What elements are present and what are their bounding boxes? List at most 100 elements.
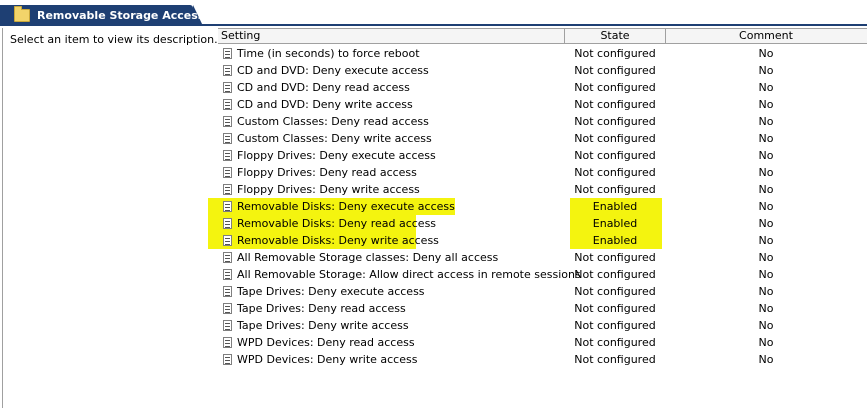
policy-setting-icon — [223, 286, 232, 297]
setting-state: Not configured — [574, 115, 656, 128]
setting-name: Custom Classes: Deny read access — [237, 115, 429, 128]
setting-comment: No — [758, 166, 774, 179]
setting-name: Floppy Drives: Deny read access — [237, 166, 417, 179]
table-row[interactable]: Tape Drives: Deny execute access Not conf… — [218, 283, 867, 300]
column-header-state[interactable]: State — [565, 29, 666, 43]
table-row[interactable]: Removable Disks: Deny read access Enabled… — [208, 215, 867, 232]
policy-setting-icon — [223, 184, 232, 195]
description-text: Select an item to view its description. — [10, 33, 218, 46]
table-row[interactable]: Custom Classes: Deny read access Not conf… — [218, 113, 867, 130]
settings-table: Setting State Comment Time (in seconds) … — [208, 28, 867, 408]
table-row[interactable]: All Removable Storage classes: Deny all … — [218, 249, 867, 266]
setting-state: Not configured — [574, 47, 656, 60]
setting-name: All Removable Storage: Allow direct acce… — [237, 268, 581, 281]
setting-name: Custom Classes: Deny write access — [237, 132, 432, 145]
setting-name: Tape Drives: Deny execute access — [237, 285, 425, 298]
table-row[interactable]: All Removable Storage: Allow direct acce… — [218, 266, 867, 283]
setting-comment: No — [758, 149, 774, 162]
policy-setting-icon — [223, 337, 232, 348]
setting-comment: No — [758, 319, 774, 332]
description-pane: Select an item to view its description. — [2, 28, 218, 408]
table-row[interactable]: WPD Devices: Deny read access Not configu… — [218, 334, 867, 351]
setting-comment: No — [758, 81, 774, 94]
setting-name: Removable Disks: Deny execute access — [237, 200, 455, 213]
setting-state: Enabled — [592, 200, 638, 213]
policy-setting-icon — [223, 218, 232, 229]
setting-comment: No — [758, 64, 774, 77]
setting-name: Floppy Drives: Deny execute access — [237, 149, 436, 162]
setting-state: Not configured — [574, 81, 656, 94]
title-bar: Removable Storage Access — [0, 0, 867, 26]
setting-comment: No — [758, 98, 774, 111]
policy-setting-icon — [223, 252, 232, 263]
setting-comment: No — [758, 302, 774, 315]
setting-comment: No — [758, 336, 774, 349]
setting-comment: No — [758, 217, 774, 230]
setting-name: CD and DVD: Deny execute access — [237, 64, 429, 77]
title-underline — [0, 24, 867, 26]
policy-setting-icon — [223, 167, 232, 178]
setting-state: Not configured — [574, 353, 656, 366]
policy-setting-icon — [223, 201, 232, 212]
setting-name: Tape Drives: Deny write access — [237, 319, 409, 332]
table-row[interactable]: Custom Classes: Deny write access Not con… — [218, 130, 867, 147]
setting-comment: No — [758, 285, 774, 298]
setting-name: Floppy Drives: Deny write access — [237, 183, 420, 196]
setting-name: Removable Disks: Deny read access — [237, 217, 437, 230]
table-row[interactable]: WPD Devices: Deny write access Not config… — [218, 351, 867, 368]
column-header-comment[interactable]: Comment — [665, 29, 867, 43]
table-row[interactable]: CD and DVD: Deny write access Not configu… — [218, 96, 867, 113]
policy-setting-icon — [223, 320, 232, 331]
table-row[interactable]: CD and DVD: Deny execute access Not confi… — [218, 62, 867, 79]
table-row[interactable]: Tape Drives: Deny read access Not configu… — [218, 300, 867, 317]
setting-state: Not configured — [574, 319, 656, 332]
policy-setting-icon — [223, 269, 232, 280]
column-header-setting[interactable]: Setting — [218, 29, 565, 43]
setting-comment: No — [758, 183, 774, 196]
setting-name: CD and DVD: Deny write access — [237, 98, 413, 111]
setting-comment: No — [758, 234, 774, 247]
policy-setting-icon — [223, 303, 232, 314]
setting-comment: No — [758, 251, 774, 264]
page-title: Removable Storage Access — [37, 9, 205, 22]
table-row[interactable]: Removable Disks: Deny write access Enable… — [208, 232, 867, 249]
setting-comment: No — [758, 132, 774, 145]
setting-state: Not configured — [574, 285, 656, 298]
setting-name: CD and DVD: Deny read access — [237, 81, 410, 94]
table-row[interactable]: Floppy Drives: Deny read access Not confi… — [218, 164, 867, 181]
setting-state: Not configured — [574, 302, 656, 315]
setting-state: Not configured — [574, 149, 656, 162]
setting-comment: No — [758, 200, 774, 213]
setting-state: Not configured — [574, 98, 656, 111]
setting-state: Not configured — [574, 251, 656, 264]
table-row[interactable]: Removable Disks: Deny execute access Enab… — [208, 198, 867, 215]
setting-name: WPD Devices: Deny write access — [237, 353, 418, 366]
setting-state: Not configured — [574, 268, 656, 281]
policy-setting-icon — [223, 133, 232, 144]
policy-setting-icon — [223, 354, 232, 365]
setting-name: WPD Devices: Deny read access — [237, 336, 415, 349]
setting-name: Tape Drives: Deny read access — [237, 302, 406, 315]
policy-setting-icon — [223, 116, 232, 127]
setting-state: Enabled — [592, 217, 638, 230]
table-header: Setting State Comment — [218, 28, 867, 44]
policy-setting-icon — [223, 65, 232, 76]
setting-name: Time (in seconds) to force reboot — [237, 47, 420, 60]
policy-setting-icon — [223, 150, 232, 161]
setting-comment: No — [758, 115, 774, 128]
table-row[interactable]: Tape Drives: Deny write access Not config… — [218, 317, 867, 334]
table-row[interactable]: Time (in seconds) to force reboot Not con… — [218, 45, 867, 62]
setting-state: Not configured — [574, 132, 656, 145]
policy-setting-icon — [223, 235, 232, 246]
table-row[interactable]: CD and DVD: Deny read access Not configur… — [218, 79, 867, 96]
setting-state: Not configured — [574, 166, 656, 179]
setting-comment: No — [758, 47, 774, 60]
setting-state: Enabled — [592, 234, 638, 247]
table-row[interactable]: Floppy Drives: Deny write access Not conf… — [218, 181, 867, 198]
setting-state: Not configured — [574, 183, 656, 196]
setting-comment: No — [758, 268, 774, 281]
setting-state: Not configured — [574, 336, 656, 349]
setting-comment: No — [758, 353, 774, 366]
setting-name: Removable Disks: Deny write access — [237, 234, 439, 247]
table-row[interactable]: Floppy Drives: Deny execute access Not co… — [218, 147, 867, 164]
